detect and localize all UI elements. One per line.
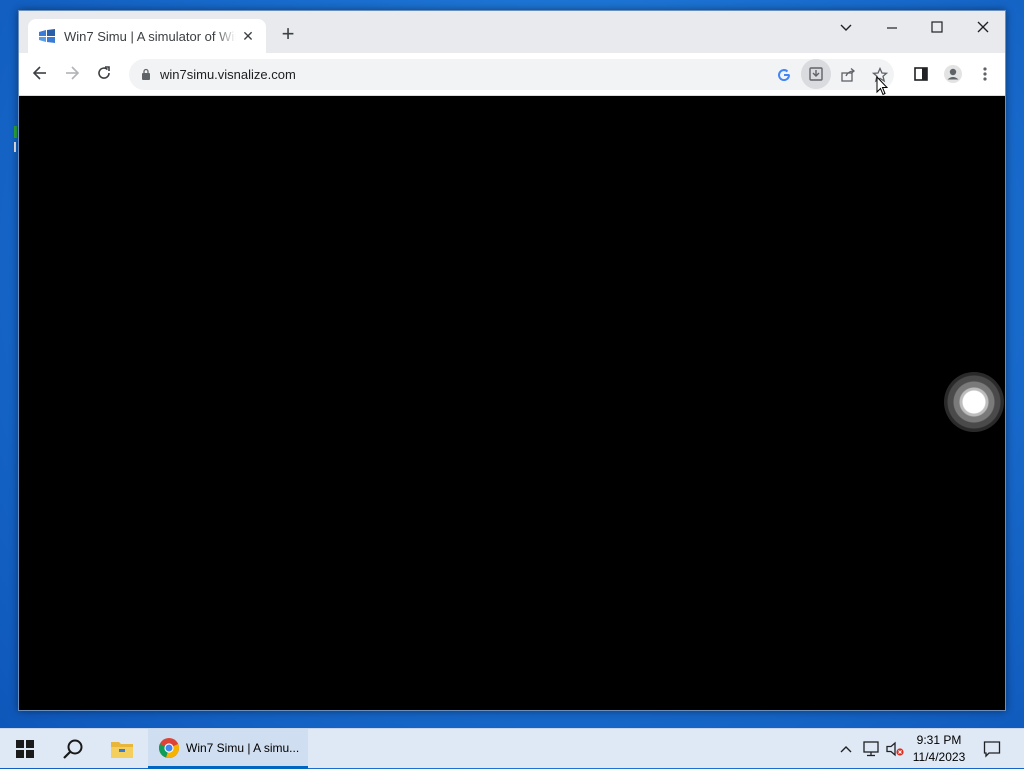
page-content[interactable] [19,96,1005,710]
install-app-icon[interactable] [801,59,831,89]
action-center-icon [983,741,1001,758]
back-arrow-icon [32,66,46,80]
browser-window: Win7 Simu | A simulator of Windows 7 ✕ + [18,10,1006,711]
tray-overflow-chevron-icon[interactable] [836,729,856,769]
desktop-edge-marks [0,120,18,160]
close-window-button[interactable] [968,17,998,41]
forward-button[interactable] [59,62,85,88]
taskbar-app-chrome[interactable]: Win7 Simu | A simu... [148,729,308,769]
google-lens-icon[interactable] [772,63,796,87]
win7-favicon-icon [38,29,56,43]
mouse-cursor-icon [876,76,888,96]
new-tab-button[interactable]: + [277,23,299,46]
browser-tab[interactable]: Win7 Simu | A simulator of Windows 7 ✕ [28,19,266,53]
browser-toolbar: win7simu.visnalize.com [19,53,1005,96]
reload-icon [98,66,110,79]
clock-date: 11/4/2023 [912,750,966,764]
notifications-button[interactable] [980,729,1004,769]
taskbar: Win7 Simu | A simu... 9:31 PM 11/4/2023 [0,728,1024,769]
search-icon [63,739,83,759]
reload-button[interactable] [91,62,117,88]
back-button[interactable] [27,62,53,88]
tab-title: Win7 Simu | A simulator of Windows 7 [64,28,236,44]
loading-spinner-icon [944,372,1004,432]
windows-logo-icon [16,740,34,758]
chrome-icon [158,737,180,758]
file-explorer-button[interactable] [106,729,138,769]
chevron-down-icon [840,24,852,31]
maximize-icon [931,21,943,33]
taskbar-clock[interactable]: 9:31 PM 11/4/2023 [905,732,973,766]
taskbar-search-button[interactable] [58,729,88,769]
volume-muted-icon[interactable] [884,729,906,769]
minimize-button[interactable] [877,17,907,41]
forward-arrow-icon [66,66,80,80]
network-icon[interactable] [860,729,882,769]
clock-time: 9:31 PM [916,733,962,747]
maximize-button[interactable] [922,17,952,41]
profile-icon[interactable] [941,62,965,86]
minimize-icon [887,27,897,29]
tab-close-icon[interactable]: ✕ [240,28,256,44]
address-bar[interactable]: win7simu.visnalize.com [129,59,894,90]
start-button[interactable] [10,729,40,769]
side-panel-icon[interactable] [909,62,933,86]
browser-titlebar: Win7 Simu | A simulator of Windows 7 ✕ + [19,11,1005,53]
tab-search-button[interactable] [831,17,861,41]
desktop-mark-green [14,126,17,138]
menu-icon[interactable] [973,62,997,86]
close-icon [977,21,989,33]
desktop-mark-white [14,142,16,152]
share-icon[interactable] [836,63,860,87]
lock-icon[interactable] [141,68,151,80]
folder-icon [111,742,133,758]
taskbar-app-label: Win7 Simu | A simu... [186,740,300,755]
url-text[interactable]: win7simu.visnalize.com [160,67,296,82]
